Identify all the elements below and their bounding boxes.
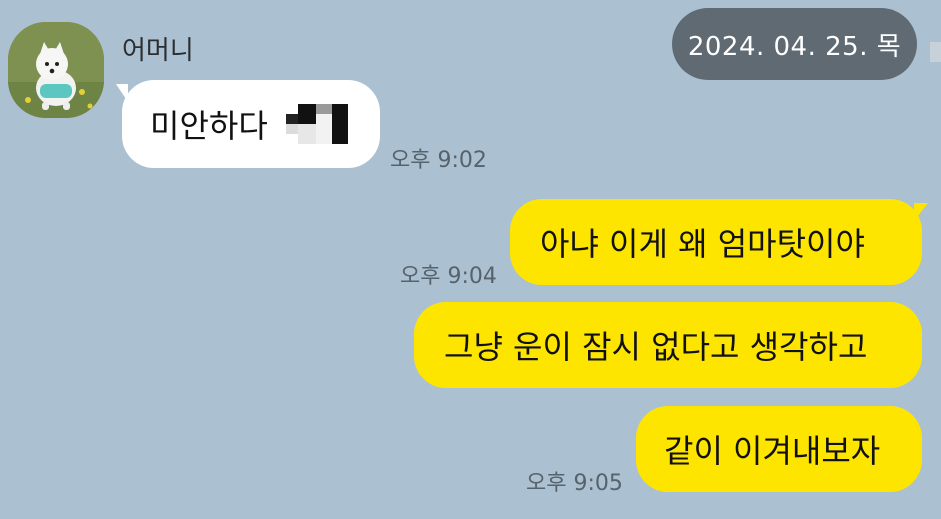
incoming-message-text: 미안하다 — [150, 107, 268, 145]
outgoing-message-text-2: 그냥 운이 잠시 없다고 생각하고 — [444, 328, 868, 366]
sender-name: 어머니 — [122, 36, 194, 66]
outgoing-message-text-1: 아냐 이게 왜 엄마탓이야 — [540, 225, 865, 263]
outgoing-message-text-3: 같이 이겨내보자 — [664, 432, 881, 470]
incoming-timestamp: 오후 9:02 — [390, 148, 487, 173]
date-divider: 2024. 04. 25. 목 — [672, 8, 917, 80]
dog-avatar-icon — [8, 22, 104, 118]
pixelated-emoji-icon — [285, 104, 348, 144]
outgoing-bubble-tail — [914, 203, 928, 221]
outgoing-timestamp-3: 오후 9:05 — [526, 471, 623, 496]
outgoing-message-bubble-3[interactable]: 같이 이겨내보자 — [636, 406, 922, 492]
chat-screen: 2024. 04. 25. 목 어머니 미안하다 오후 9:02 아냐 이게 왜… — [0, 0, 941, 519]
outgoing-message-bubble-1[interactable]: 아냐 이게 왜 엄마탓이야 — [510, 199, 922, 285]
scrollbar-thumb[interactable] — [930, 42, 941, 62]
incoming-message-bubble[interactable]: 미안하다 — [122, 80, 380, 168]
outgoing-message-bubble-2[interactable]: 그냥 운이 잠시 없다고 생각하고 — [414, 302, 922, 388]
sender-avatar[interactable] — [8, 22, 104, 118]
outgoing-timestamp-1: 오후 9:04 — [400, 264, 497, 289]
